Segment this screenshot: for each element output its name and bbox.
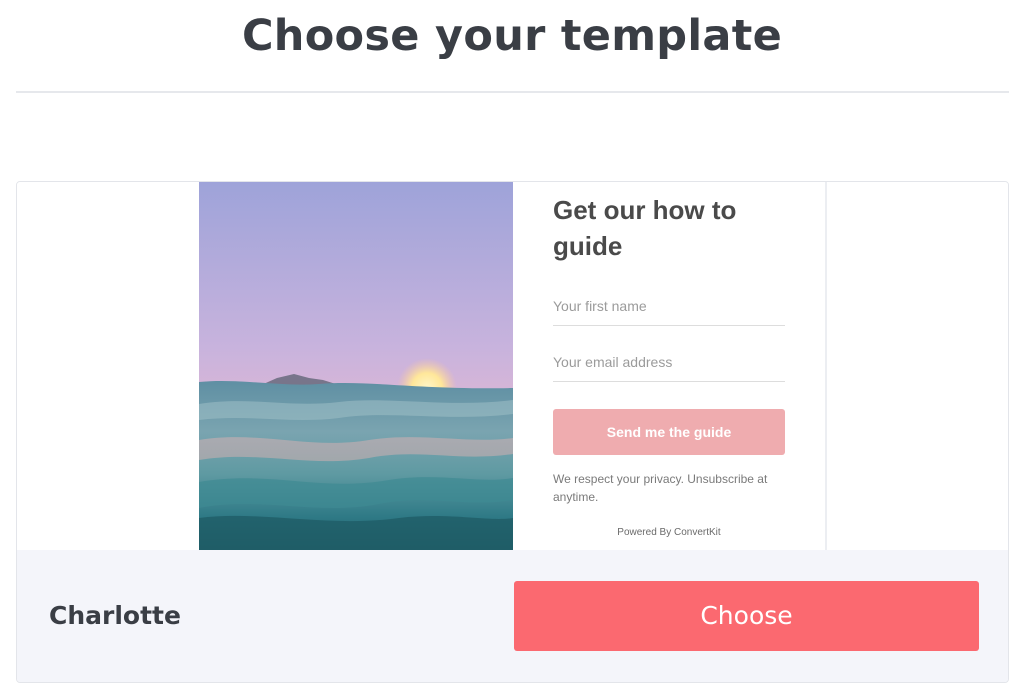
- email-field: Your email address: [553, 350, 785, 382]
- title-divider: [16, 91, 1009, 93]
- template-name: Charlotte: [49, 601, 181, 630]
- template-preview: Get our how to guide Your first name You…: [17, 182, 1008, 550]
- first-name-field: Your first name: [553, 294, 785, 326]
- form-preview: Get our how to guide Your first name You…: [199, 182, 827, 550]
- ocean-sunset-image: [199, 182, 513, 550]
- choose-button[interactable]: Choose: [514, 581, 979, 651]
- card-footer: Charlotte Choose: [17, 550, 1008, 682]
- form-content: Get our how to guide Your first name You…: [553, 182, 793, 550]
- send-guide-button: Send me the guide: [553, 409, 785, 455]
- page-title: Choose your template: [241, 11, 783, 61]
- powered-by-text: Powered By ConvertKit: [617, 527, 721, 538]
- template-card: Get our how to guide Your first name You…: [16, 181, 1009, 683]
- form-heading: Get our how to guide: [553, 195, 737, 261]
- privacy-text: We respect your privacy. Unsubscribe at …: [553, 472, 768, 504]
